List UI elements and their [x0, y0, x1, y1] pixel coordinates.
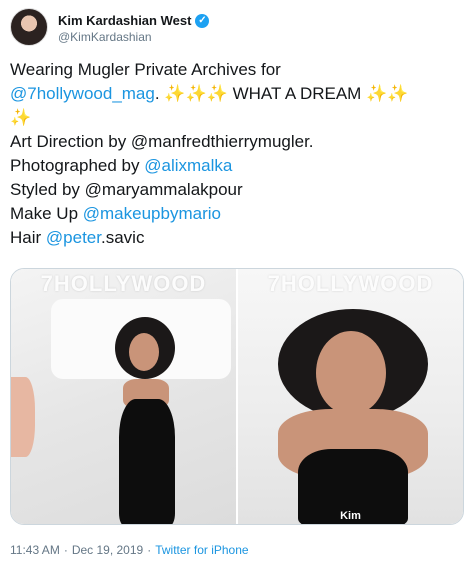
author-display-name[interactable]: Kim Kardashian West	[58, 13, 191, 28]
avatar[interactable]	[10, 8, 48, 46]
makeup-prefix: Make Up	[10, 204, 79, 223]
photographed-line: Photographed by @alixmalka	[10, 154, 464, 178]
tweet-line-1: Wearing Mugler Private Archives for	[10, 60, 281, 79]
author-name-row[interactable]: Kim Kardashian West ✓	[58, 13, 210, 28]
footer-separator: ·	[63, 543, 68, 557]
cover-caption: Kim	[340, 510, 361, 522]
hair-suffix: .savic	[100, 228, 145, 247]
tweet-time[interactable]: 11:43 AM	[10, 543, 60, 557]
author-handle[interactable]: @KimKardashian	[58, 30, 152, 44]
face-shape	[316, 331, 386, 415]
hand-shape	[11, 377, 35, 457]
period-text: .	[154, 84, 160, 103]
magazine-logo-right: 7HOLLYWOOD	[267, 271, 434, 296]
what-a-dream-text: WHAT A DREAM	[232, 84, 362, 103]
magazine-logo-left: 7HOLLYWOOD	[40, 271, 207, 296]
tweet-line-2: @7hollywood_mag. ✨✨✨ WHAT A DREAM ✨✨	[10, 82, 464, 106]
face-shape	[129, 333, 159, 371]
makeup-line: Make Up @makeupbymario	[10, 202, 464, 226]
mention-alixmalka[interactable]: @alixmalka	[144, 156, 232, 175]
photo-left[interactable]: 7HOLLYWOOD	[11, 269, 236, 524]
styled-line: Styled by @maryammalakpour	[10, 180, 243, 199]
tweet-source-link[interactable]: Twitter for iPhone	[155, 543, 248, 557]
verified-badge-icon: ✓	[195, 13, 210, 28]
sparkles-emoji-group-c: ✨	[10, 108, 32, 127]
photo-right[interactable]: 7HOLLYWOOD Kim	[238, 269, 463, 524]
sparkles-emoji-group-a: ✨✨✨	[164, 84, 228, 103]
tweet-date[interactable]: Dec 19, 2019	[72, 543, 143, 557]
mention-peter[interactable]: @peter	[46, 228, 101, 247]
tweet-text: Wearing Mugler Private Archives for @7ho…	[10, 58, 464, 250]
tweet-header: Kim Kardashian West ✓ @KimKardashian	[10, 8, 464, 50]
footer-separator-2: ·	[147, 543, 152, 557]
hair-prefix: Hair	[10, 228, 42, 247]
media-grid: 7HOLLYWOOD 7HOLLYWOOD Kim	[10, 268, 464, 525]
tweet-footer: 11:43 AM · Dec 19, 2019 · Twitter for iP…	[10, 543, 249, 557]
sparkles-emoji-group-b: ✨✨	[366, 84, 409, 103]
hair-line: Hair @peter.savic	[10, 226, 464, 250]
mention-makeupbymario[interactable]: @makeupbymario	[83, 204, 221, 223]
photographed-prefix: Photographed by	[10, 156, 140, 175]
art-direction-line: Art Direction by @manfredthierrymugler.	[10, 132, 314, 151]
mention-7hollywood-mag[interactable]: @7hollywood_mag	[10, 84, 155, 103]
dress-shape	[119, 399, 175, 524]
